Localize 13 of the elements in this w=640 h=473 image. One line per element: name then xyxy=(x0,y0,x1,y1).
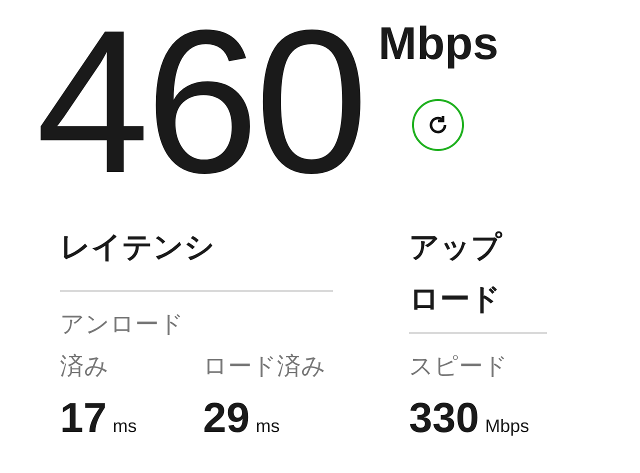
metric-unit: ms xyxy=(256,416,280,437)
section-title: アップロード xyxy=(409,230,504,318)
metric-unit: Mbps xyxy=(485,416,530,437)
metric-label: ロード済み xyxy=(203,352,327,382)
section-title: レイテンシ xyxy=(60,222,333,292)
speed-value: 460 xyxy=(36,0,364,218)
metric-label: スピード xyxy=(409,352,509,382)
metric-value: 17 xyxy=(60,394,107,442)
metric-unit: ms xyxy=(112,416,137,437)
metric-value: 330 xyxy=(409,394,480,442)
speed-unit: Mbps xyxy=(378,18,498,69)
metric-value: 29 xyxy=(203,394,250,442)
metric-label: アンロード済み xyxy=(60,310,185,382)
